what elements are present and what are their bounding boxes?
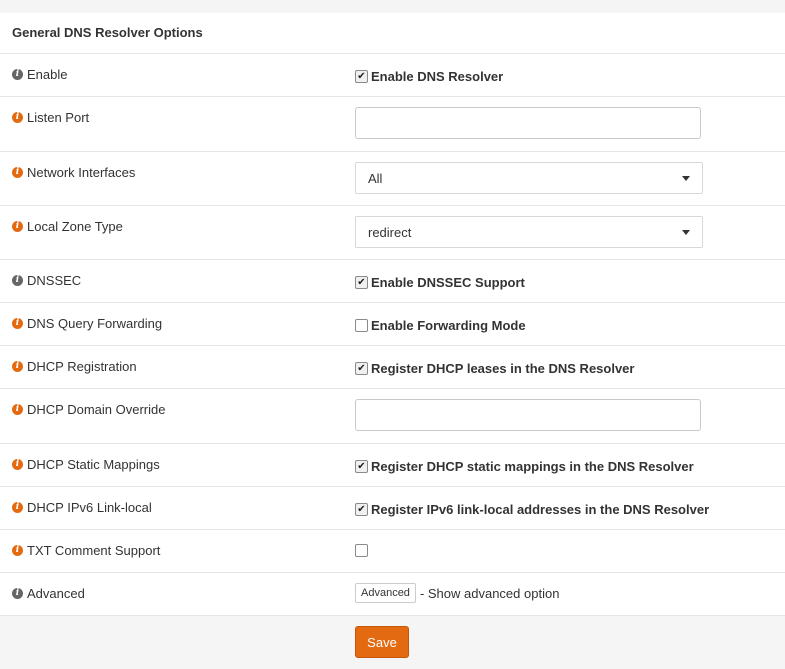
info-icon[interactable]: i <box>12 167 23 178</box>
label-dhcp-registration: DHCP Registration <box>27 359 137 374</box>
local-zone-type-select[interactable]: redirect <box>355 216 703 248</box>
listen-port-input[interactable] <box>355 107 701 139</box>
info-icon[interactable]: i <box>12 221 23 232</box>
checkbox-label: Register IPv6 link-local addresses in th… <box>371 502 710 517</box>
label-network-interfaces: Network Interfaces <box>27 165 136 180</box>
select-value: redirect <box>368 224 412 240</box>
row-label: i TXT Comment Support <box>12 543 160 558</box>
row-network-interfaces: i Network Interfaces All <box>0 152 785 206</box>
row-label: i Listen Port <box>12 110 89 125</box>
label-dns-query-forwarding: DNS Query Forwarding <box>27 316 163 331</box>
form-footer: Save <box>0 616 785 669</box>
row-label: i Enable <box>12 67 67 82</box>
checkbox-box[interactable]: ✔ <box>355 70 368 83</box>
label-advanced: Advanced <box>27 586 85 601</box>
top-strip <box>0 0 785 13</box>
save-button[interactable]: Save <box>355 626 409 658</box>
row-label: i DNSSEC <box>12 273 81 288</box>
listen-port-field-wrap <box>355 107 701 139</box>
row-enable: i Enable ✔ Enable DNS Resolver <box>0 54 785 97</box>
checkbox-label: Register DHCP leases in the DNS Resolver <box>371 361 635 376</box>
enable-dnssec-checkbox[interactable]: ✔ Enable DNSSEC Support <box>355 275 525 290</box>
label-dhcp-domain-override: DHCP Domain Override <box>27 402 166 417</box>
dhcp-domain-override-input[interactable] <box>355 399 701 431</box>
register-dhcp-leases-checkbox[interactable]: ✔ Register DHCP leases in the DNS Resolv… <box>355 361 634 376</box>
dns-resolver-panel: General DNS Resolver Options i Enable ✔ … <box>0 13 785 616</box>
row-local-zone-type: i Local Zone Type redirect <box>0 206 785 260</box>
checkbox-box[interactable] <box>355 319 368 332</box>
checkbox-box[interactable]: ✔ <box>355 460 368 473</box>
row-dhcp-registration: i DHCP Registration ✔ Register DHCP leas… <box>0 346 785 389</box>
row-label: i DHCP IPv6 Link-local <box>12 500 152 515</box>
row-label: i Advanced <box>12 586 85 601</box>
row-label: i Local Zone Type <box>12 219 123 234</box>
domain-override-field-wrap <box>355 399 701 431</box>
checkbox-box[interactable]: ✔ <box>355 503 368 516</box>
info-icon[interactable]: i <box>12 69 23 80</box>
select-value: All <box>368 170 383 186</box>
info-icon[interactable]: i <box>12 275 23 286</box>
checkbox-box[interactable] <box>355 544 368 557</box>
label-dhcp-static-mappings: DHCP Static Mappings <box>27 457 160 472</box>
row-label: i DHCP Static Mappings <box>12 457 160 472</box>
label-listen-port: Listen Port <box>27 110 90 125</box>
checkbox-box[interactable]: ✔ <box>355 362 368 375</box>
info-icon[interactable]: i <box>12 361 23 372</box>
checkbox-label: Enable DNS Resolver <box>371 69 504 84</box>
label-dnssec: DNSSEC <box>27 273 82 288</box>
label-local-zone-type: Local Zone Type <box>27 219 123 234</box>
row-dnssec: i DNSSEC ✔ Enable DNSSEC Support <box>0 260 785 303</box>
label-dhcp-ipv6-link-local: DHCP IPv6 Link-local <box>27 500 152 515</box>
row-label: i DHCP Registration <box>12 359 137 374</box>
checkbox-label: Register DHCP static mappings in the DNS… <box>371 459 694 474</box>
txt-comment-support-checkbox[interactable] <box>355 544 371 557</box>
network-interfaces-select[interactable]: All <box>355 162 703 194</box>
enable-dns-resolver-checkbox[interactable]: ✔ Enable DNS Resolver <box>355 69 503 84</box>
info-icon[interactable]: i <box>12 112 23 123</box>
advanced-button[interactable]: Advanced <box>355 583 416 603</box>
info-icon[interactable]: i <box>12 318 23 329</box>
info-icon[interactable]: i <box>12 545 23 556</box>
row-label: i DHCP Domain Override <box>12 402 165 417</box>
info-icon[interactable]: i <box>12 502 23 513</box>
chevron-down-icon <box>682 175 690 181</box>
enable-forwarding-checkbox[interactable]: Enable Forwarding Mode <box>355 318 526 333</box>
chevron-down-icon <box>682 229 690 235</box>
checkbox-box[interactable]: ✔ <box>355 276 368 289</box>
label-txt-comment-support: TXT Comment Support <box>27 543 161 558</box>
info-icon[interactable]: i <box>12 588 23 599</box>
row-dhcp-static-mappings: i DHCP Static Mappings ✔ Register DHCP s… <box>0 444 785 487</box>
checkbox-label: Enable DNSSEC Support <box>371 275 525 290</box>
row-advanced: i Advanced Advanced - Show advanced opti… <box>0 573 785 616</box>
advanced-hint: - Show advanced option <box>419 585 560 601</box>
info-icon[interactable]: i <box>12 404 23 415</box>
checkbox-label: Enable Forwarding Mode <box>371 318 526 333</box>
row-dhcp-ipv6-link-local: i DHCP IPv6 Link-local ✔ Register IPv6 l… <box>0 487 785 530</box>
row-label: i DNS Query Forwarding <box>12 316 162 331</box>
row-label: i Network Interfaces <box>12 165 135 180</box>
row-listen-port: i Listen Port <box>0 97 785 152</box>
row-dhcp-domain-override: i DHCP Domain Override <box>0 389 785 444</box>
advanced-control: Advanced - Show advanced option <box>355 583 559 603</box>
register-static-mappings-checkbox[interactable]: ✔ Register DHCP static mappings in the D… <box>355 459 694 474</box>
info-icon[interactable]: i <box>12 459 23 470</box>
row-txt-comment-support: i TXT Comment Support <box>0 530 785 573</box>
register-ipv6-link-local-checkbox[interactable]: ✔ Register IPv6 link-local addresses in … <box>355 502 709 517</box>
row-dns-query-forwarding: i DNS Query Forwarding Enable Forwarding… <box>0 303 785 346</box>
label-enable: Enable <box>27 67 68 82</box>
panel-title: General DNS Resolver Options <box>0 13 785 54</box>
